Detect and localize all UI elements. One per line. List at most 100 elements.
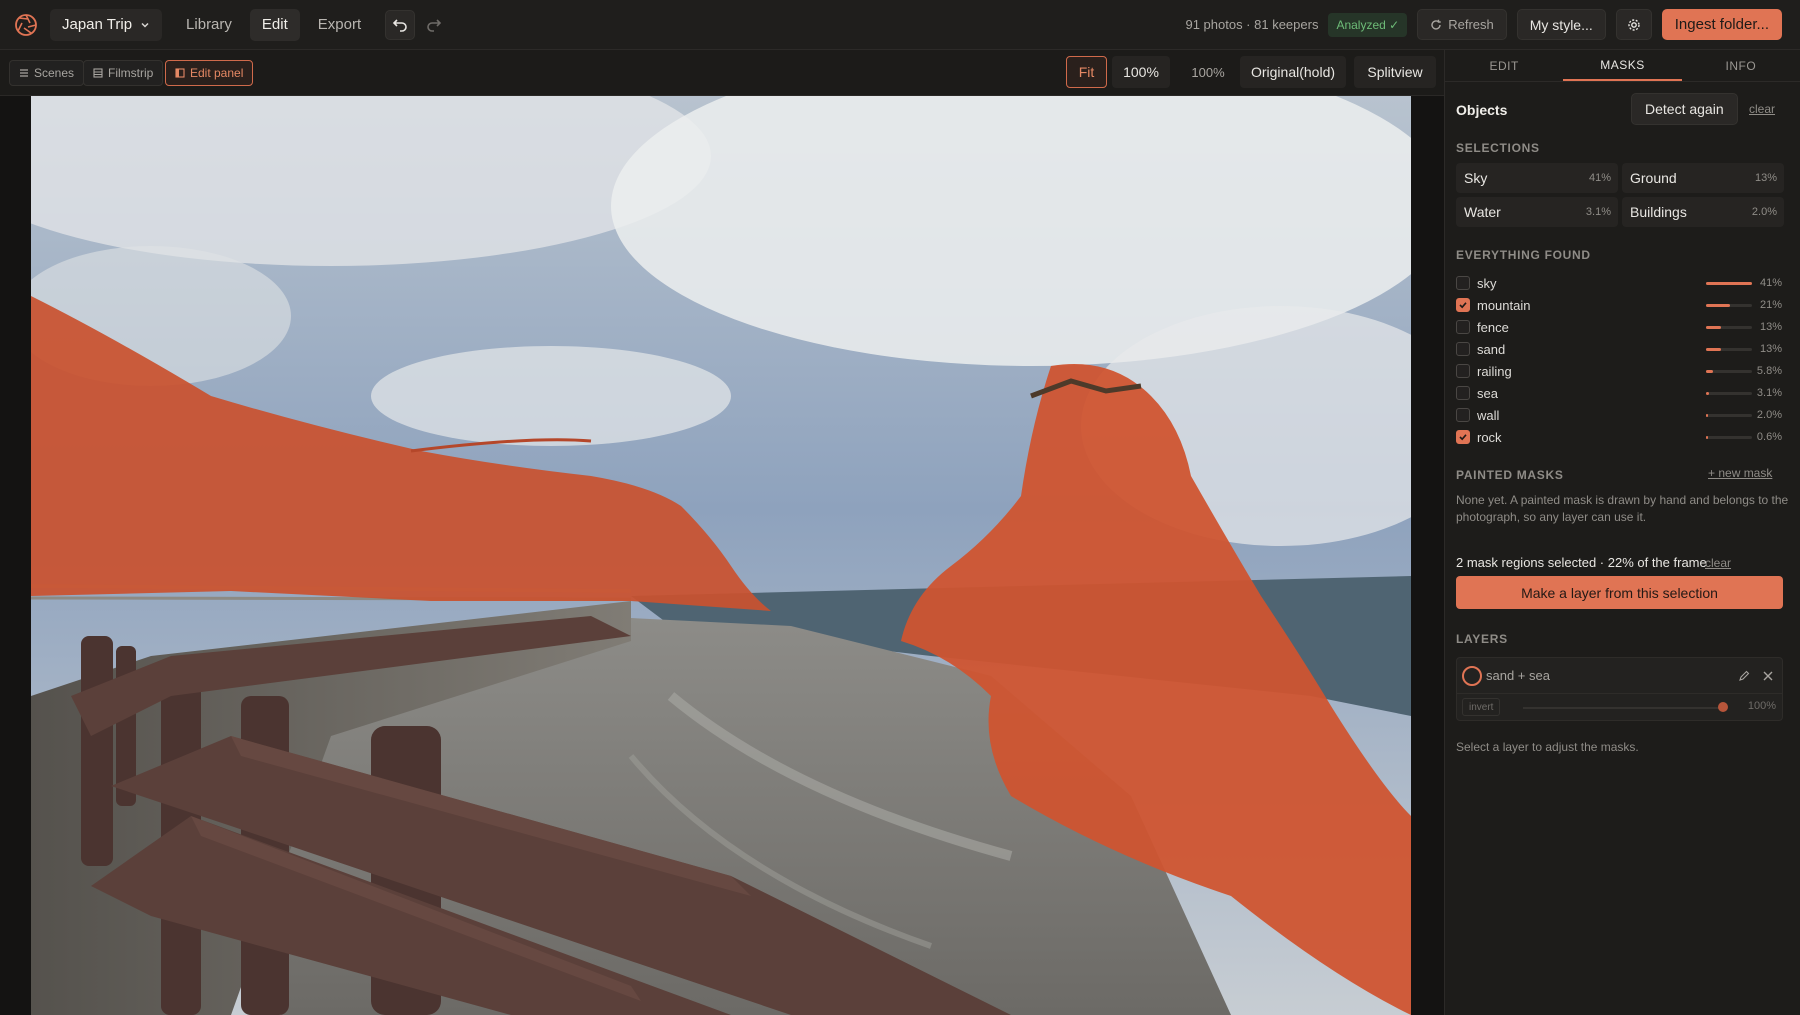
opacity-slider-handle[interactable] [1718, 702, 1728, 712]
ingest-folder-button[interactable]: Ingest folder... [1661, 9, 1782, 40]
layers-heading: LAYERS [1456, 632, 1508, 646]
painted-masks-note: None yet. A painted mask is drawn by han… [1456, 493, 1789, 524]
original-hold-button[interactable]: Original(hold) [1240, 56, 1346, 88]
selection-pct: 13% [1754, 172, 1777, 184]
clear-selection-link[interactable]: clear [1705, 556, 1731, 570]
found-checkbox[interactable] [1456, 298, 1470, 312]
redo-button[interactable] [419, 10, 449, 40]
tab-edit[interactable]: EDIT [1445, 50, 1563, 81]
found-coverage-fill [1706, 391, 1710, 395]
new-mask-link[interactable]: + new mask [1708, 466, 1772, 480]
filmstrip-label: Filmstrip [108, 66, 154, 80]
selection-water[interactable]: Water 3.1% [1456, 197, 1618, 227]
found-item-fence[interactable]: fence 13% [1456, 317, 1782, 337]
nav-export[interactable]: Export [306, 9, 373, 41]
settings-button[interactable] [1615, 9, 1652, 40]
splitview-button[interactable]: Splitview [1354, 56, 1436, 88]
scenes-label: Scenes [34, 66, 75, 80]
selection-name: Buildings [1630, 204, 1687, 220]
opacity-value: 100% [1747, 700, 1776, 712]
ingest-label: Ingest folder... [1674, 16, 1769, 33]
detect-again-button[interactable]: Detect again [1631, 93, 1738, 125]
found-checkbox[interactable] [1456, 320, 1470, 334]
zoom-fit-button[interactable]: Fit [1066, 56, 1107, 88]
found-item-railing[interactable]: railing 5.8% [1456, 361, 1782, 381]
found-label: fence [1477, 319, 1509, 335]
scenes-toggle[interactable]: Scenes [9, 60, 85, 86]
found-coverage-fill [1706, 325, 1721, 329]
refresh-button[interactable]: Refresh [1417, 9, 1507, 40]
found-item-rock[interactable]: rock 0.6% [1456, 427, 1782, 447]
found-coverage-bar [1706, 369, 1752, 373]
found-coverage-fill [1706, 369, 1713, 373]
selection-pct: 41% [1588, 172, 1611, 184]
found-checkbox[interactable] [1456, 276, 1470, 290]
found-coverage-bar [1706, 303, 1752, 307]
project-selector[interactable]: Japan Trip [50, 8, 163, 41]
found-coverage-fill [1706, 347, 1721, 351]
selection-pct: 2.0% [1751, 206, 1777, 218]
layer-name: sand + sea [1486, 668, 1550, 683]
selection-buildings[interactable]: Buildings 2.0% [1622, 197, 1784, 227]
tab-masks[interactable]: MASKS [1563, 50, 1682, 81]
panel-icon [175, 68, 185, 78]
pencil-icon[interactable] [1738, 670, 1750, 682]
analyzed-badge: Analyzed ✓ [1328, 12, 1408, 37]
found-label: sand [1477, 341, 1506, 357]
found-coverage-bar [1706, 413, 1752, 417]
found-coverage-bar [1706, 281, 1752, 285]
undo-button[interactable] [385, 9, 416, 40]
nav-library[interactable]: Library [174, 9, 244, 41]
layer-color-swatch[interactable] [1462, 666, 1482, 686]
aperture-logo-icon [15, 13, 37, 36]
photo-image[interactable] [31, 96, 1411, 1015]
my-style-button[interactable]: My style... [1516, 9, 1606, 40]
found-coverage-bar [1706, 435, 1752, 439]
layer-item[interactable]: sand + sea invert 100% [1456, 657, 1783, 721]
found-coverage-fill [1706, 435, 1708, 439]
redo-icon [427, 18, 442, 32]
refresh-label: Refresh [1448, 17, 1494, 32]
filmstrip-icon [93, 68, 103, 78]
filmstrip-toggle[interactable]: Filmstrip [83, 60, 164, 86]
found-coverage-bar [1706, 391, 1752, 395]
nav-edit[interactable]: Edit [249, 8, 300, 41]
clear-objects-link[interactable]: clear [1749, 102, 1775, 116]
tab-info[interactable]: INFO [1682, 50, 1800, 81]
selection-ground[interactable]: Ground 13% [1622, 163, 1784, 193]
found-pct: 21% [1759, 299, 1782, 311]
found-checkbox[interactable] [1456, 364, 1470, 378]
found-item-mountain[interactable]: mountain 21% [1456, 295, 1782, 315]
top-bar: Japan Trip Library Edit Export 91 photos… [0, 0, 1800, 50]
found-label: railing [1477, 363, 1512, 379]
found-checkbox[interactable] [1456, 386, 1470, 400]
selection-sky[interactable]: Sky 41% [1456, 163, 1618, 193]
invert-toggle[interactable]: invert [1462, 698, 1501, 716]
selection-name: Ground [1630, 170, 1677, 186]
close-icon[interactable] [1763, 671, 1773, 681]
found-label: mountain [1477, 297, 1531, 313]
selection-name: Water [1464, 204, 1501, 220]
found-checkbox[interactable] [1456, 408, 1470, 422]
opacity-slider-track[interactable] [1523, 707, 1723, 709]
found-coverage-fill [1706, 281, 1752, 285]
found-checkbox[interactable] [1456, 342, 1470, 356]
found-label: sky [1477, 275, 1497, 291]
zoom-100-button[interactable]: 100% [1112, 56, 1170, 88]
edit-panel-toggle[interactable]: Edit panel [165, 60, 254, 86]
found-item-sea[interactable]: sea 3.1% [1456, 383, 1782, 403]
found-item-sand[interactable]: sand 13% [1456, 339, 1782, 359]
layers-hint: Select a layer to adjust the masks. [1456, 740, 1639, 754]
found-pct: 13% [1759, 321, 1782, 333]
photo-canvas[interactable] [0, 96, 1444, 1015]
make-layer-button[interactable]: Make a layer from this selection [1456, 576, 1783, 609]
found-item-wall[interactable]: wall 2.0% [1456, 405, 1782, 425]
my-style-label: My style... [1529, 16, 1593, 33]
found-coverage-bar [1706, 347, 1752, 351]
everything-found-heading: EVERYTHING FOUND [1456, 248, 1591, 262]
found-item-sky[interactable]: sky 41% [1456, 273, 1782, 293]
gear-icon [1628, 18, 1640, 31]
photo-stats: 91 photos · 81 keepers [1185, 17, 1319, 32]
found-pct: 2.0% [1756, 409, 1782, 421]
found-checkbox[interactable] [1456, 430, 1470, 444]
